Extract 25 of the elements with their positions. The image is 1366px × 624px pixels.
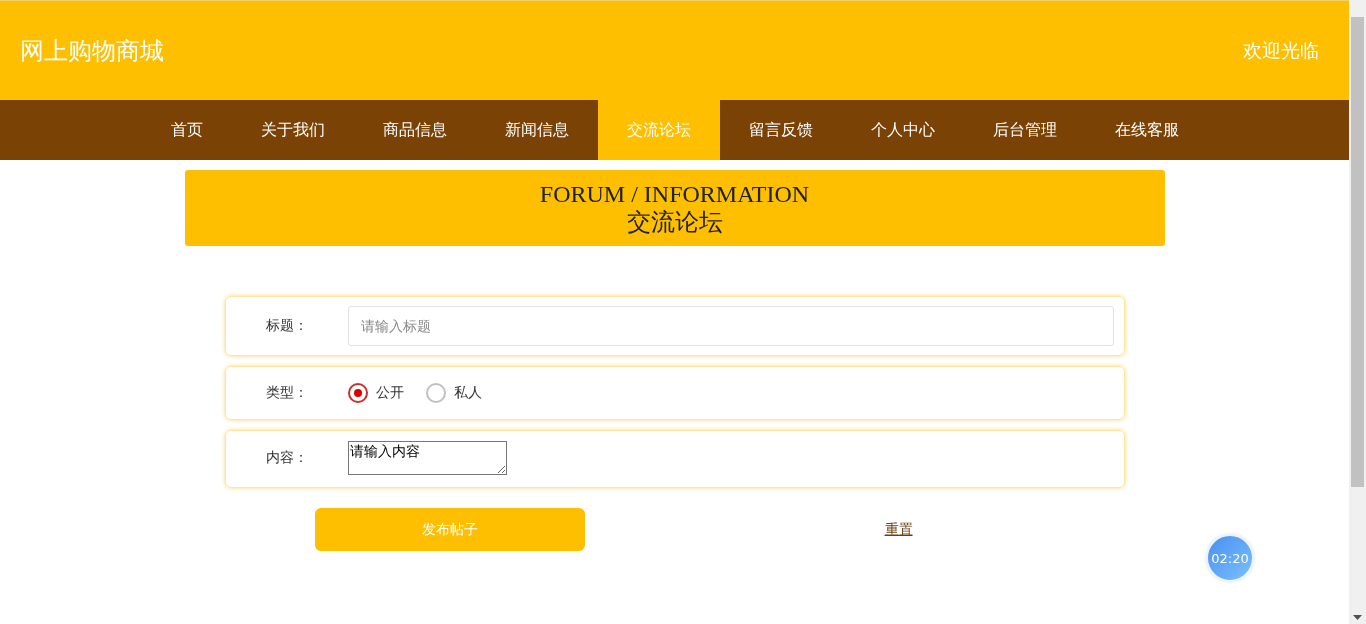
scrollbar-thumb[interactable]: [1351, 17, 1364, 487]
radio-label: 私人: [453, 384, 482, 402]
nav-link[interactable]: 关于我们: [231, 100, 354, 160]
title-input[interactable]: 请输入标题: [347, 306, 1114, 346]
nav-link[interactable]: 个人中心: [841, 100, 964, 160]
field-label: 标题：: [265, 317, 308, 335]
field-label: 内容：: [265, 449, 308, 467]
field-label: 类型：: [265, 384, 308, 402]
content-textarea[interactable]: 请输入内容: [347, 441, 507, 475]
nav-link[interactable]: 商品信息: [353, 100, 476, 160]
reset-link[interactable]: 重置: [884, 520, 913, 539]
banner-title: 交流论坛: [626, 208, 723, 236]
scroll-down-icon[interactable]: [1353, 615, 1362, 620]
nav-link[interactable]: 留言反馈: [719, 100, 842, 160]
nav-link[interactable]: 后台管理: [963, 100, 1086, 160]
site-title: 网上购物商城: [20, 35, 164, 67]
radio-button[interactable]: [425, 383, 446, 403]
radio-button[interactable]: [347, 383, 368, 403]
nav-link[interactable]: 新闻信息: [475, 100, 598, 160]
welcome-text: 欢迎光临: [1243, 37, 1319, 63]
radio-label: 公开: [375, 384, 404, 402]
banner-subtitle: FORUM / INFORMATION: [539, 180, 810, 208]
nav-link[interactable]: 在线客服: [1085, 100, 1208, 160]
scrollbar[interactable]: [1349, 0, 1366, 624]
nav-link[interactable]: 首页: [141, 100, 232, 160]
